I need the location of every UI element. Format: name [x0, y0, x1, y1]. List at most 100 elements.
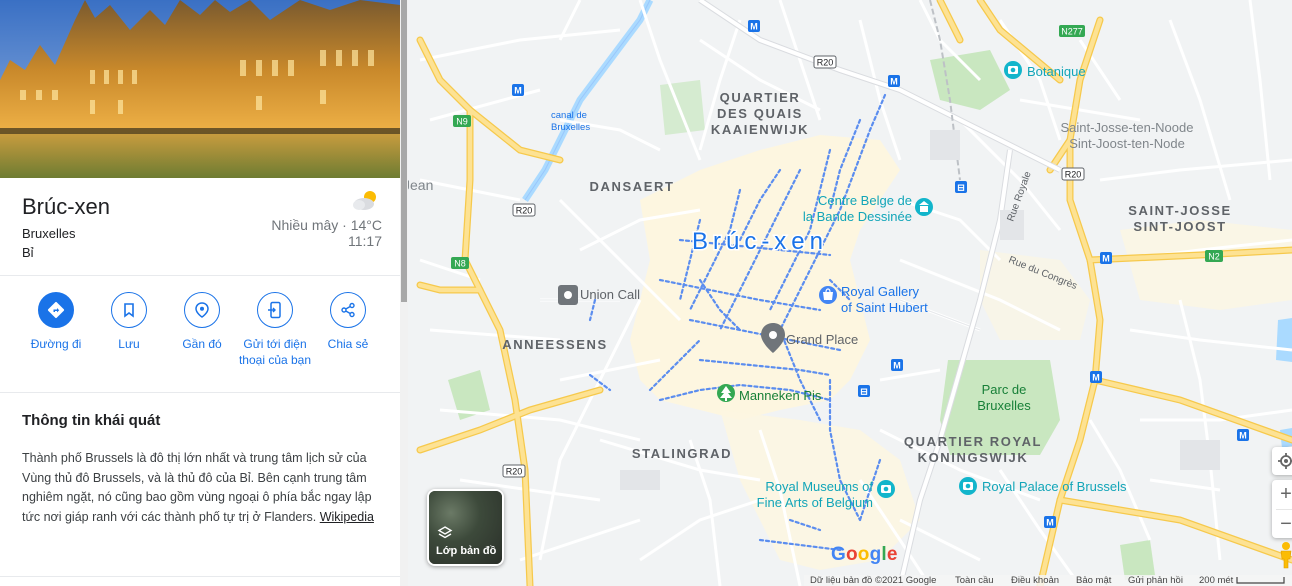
water-pond	[1276, 318, 1292, 362]
svg-text:Sint-Joost-ten-Node: Sint-Joost-ten-Node	[1069, 136, 1185, 151]
business-icon	[564, 291, 572, 299]
layers-button[interactable]: Lớp bản đồ	[427, 489, 504, 566]
send-to-phone-icon	[268, 301, 281, 319]
svg-text:N2: N2	[1208, 252, 1220, 262]
directions-button[interactable]: Đường đi	[19, 292, 93, 352]
svg-text:M: M	[1102, 254, 1110, 264]
directions-icon	[47, 301, 65, 319]
overview-text: Thành phố Brussels là đô thị lớn nhất và…	[22, 449, 384, 527]
svg-text:M: M	[1046, 518, 1054, 528]
svg-text:QUARTIER ROYAL: QUARTIER ROYAL	[904, 434, 1042, 449]
feedback-link[interactable]: Gửi phản hồi	[1128, 575, 1183, 586]
svg-text:Royal Gallery: Royal Gallery	[841, 284, 920, 299]
share-label: Chia sẻ	[327, 337, 369, 351]
svg-text:la Bande Dessinée: la Bande Dessinée	[803, 209, 912, 224]
divider	[0, 275, 400, 276]
svg-text:Bruxelles: Bruxelles	[551, 122, 590, 133]
global-link[interactable]: Toàn cầu	[955, 575, 994, 586]
bookmark-icon	[124, 303, 134, 318]
google-logo: Google	[831, 544, 898, 565]
nearby-label: Gần đó	[182, 337, 222, 351]
nearby-icon	[195, 302, 209, 318]
svg-text:Bruxelles: Bruxelles	[977, 398, 1031, 413]
svg-text:M: M	[893, 361, 901, 371]
svg-text:QUARTIER: QUARTIER	[720, 90, 801, 105]
my-location-icon	[1278, 453, 1292, 469]
svg-text:of Saint Hubert: of Saint Hubert	[841, 300, 928, 315]
svg-text:ANNEESSENS: ANNEESSENS	[502, 337, 608, 352]
svg-text:Grand Place: Grand Place	[786, 332, 858, 347]
svg-text:KONINGSWIJK: KONINGSWIJK	[918, 450, 1029, 465]
share-icon	[341, 302, 355, 318]
nearby-button[interactable]: Gần đó	[165, 292, 239, 352]
send-to-phone-label: Gửi tới điện thoại của bạn	[238, 337, 312, 367]
my-location-button[interactable]	[1272, 447, 1292, 475]
place-panel: Brúc-xen Bruxelles Bỉ Nhiều mây · 14°C 1…	[0, 0, 400, 586]
svg-text:DANSAERT: DANSAERT	[589, 179, 674, 194]
privacy-link[interactable]: Bảo mật	[1076, 575, 1111, 586]
zoom-controls: + −	[1272, 480, 1292, 538]
park	[660, 80, 705, 135]
poi-parc-de-bruxelles[interactable]: Parc de Bruxelles	[977, 382, 1031, 413]
poi-botanique[interactable]: Botanique	[1004, 61, 1086, 79]
city-label: Brúc-xen	[692, 228, 828, 255]
camera-icon	[881, 485, 891, 493]
weather-time: 11:17	[348, 233, 382, 249]
svg-text:Royal Palace of Brussels: Royal Palace of Brussels	[982, 479, 1127, 494]
svg-text:SAINT-JOSSE: SAINT-JOSSE	[1128, 203, 1232, 218]
svg-text:Manneken Pis: Manneken Pis	[739, 388, 822, 403]
svg-text:Saint-Josse-ten-Noode: Saint-Josse-ten-Noode	[1061, 120, 1194, 135]
svg-text:M: M	[1092, 373, 1100, 383]
zoom-in-button[interactable]: +	[1272, 480, 1292, 509]
map-data-attribution: Dữ liệu bản đồ ©2021 Google	[810, 575, 937, 586]
svg-text:N8: N8	[454, 259, 466, 269]
scale-label[interactable]: 200 mét	[1199, 575, 1233, 586]
poi-royal-palace[interactable]: Royal Palace of Brussels	[959, 477, 1127, 495]
partial-label: Jean	[408, 177, 433, 193]
pegman-icon[interactable]	[1275, 541, 1292, 569]
divider	[0, 392, 400, 393]
svg-text:M: M	[1239, 431, 1247, 441]
svg-text:KAAIENWIJK: KAAIENWIJK	[711, 122, 809, 137]
place-title: Brúc-xen	[22, 194, 111, 219]
svg-text:STALINGRAD: STALINGRAD	[632, 446, 732, 461]
layers-label: Lớp bản đồ	[436, 545, 497, 557]
svg-text:N9: N9	[456, 117, 468, 127]
canal-label: canal de Bruxelles	[551, 110, 590, 133]
svg-text:Royal Museums of: Royal Museums of	[765, 479, 873, 494]
save-button[interactable]: Lưu	[92, 292, 166, 352]
layers-icon	[437, 526, 453, 539]
svg-text:Botanique: Botanique	[1027, 64, 1086, 79]
svg-text:R20: R20	[817, 58, 834, 68]
maps-app: Brúc-xen Bruxelles Bỉ Nhiều mây · 14°C 1…	[0, 0, 1292, 586]
wikipedia-link[interactable]: Wikipedia	[320, 510, 374, 524]
share-button[interactable]: Chia sẻ	[311, 292, 385, 352]
map-canvas[interactable]: M M M M M M M M ⊟ ⊟ R20 R20 R20 R20 N277…	[408, 0, 1292, 586]
svg-text:M: M	[514, 86, 522, 96]
terms-link[interactable]: Điều khoản	[1011, 575, 1059, 586]
scrollbar-thumb[interactable]	[401, 0, 407, 302]
svg-text:SINT-JOOST: SINT-JOOST	[1133, 219, 1226, 234]
svg-text:canal de: canal de	[551, 110, 587, 121]
overview-heading: Thông tin khái quát	[22, 412, 161, 429]
weather-condition: Nhiều mây · 14°C	[271, 217, 382, 233]
map-footer: Dữ liệu bản đồ ©2021 Google Toàn cầu Điề…	[804, 575, 1292, 586]
place-subtitle-city: Bruxelles	[22, 226, 76, 241]
park	[1120, 540, 1155, 580]
camera-icon	[963, 482, 973, 490]
scale-bar	[1236, 577, 1285, 584]
svg-text:⊟: ⊟	[957, 183, 965, 193]
send-to-phone-button[interactable]: Gửi tới điện thoại của bạn	[238, 292, 312, 368]
partly-cloudy-icon	[350, 188, 382, 212]
directions-label: Đường đi	[30, 337, 82, 351]
svg-text:R20: R20	[1065, 170, 1082, 180]
svg-text:Centre Belge de: Centre Belge de	[818, 193, 912, 208]
svg-text:R20: R20	[506, 467, 523, 477]
panel-scrollbar[interactable]	[400, 0, 408, 586]
svg-text:M: M	[750, 22, 758, 32]
place-photo[interactable]	[0, 0, 400, 178]
zoom-out-button[interactable]: −	[1272, 510, 1292, 539]
svg-text:R20: R20	[516, 206, 533, 216]
camera-icon	[1008, 66, 1018, 74]
svg-text:DES QUAIS: DES QUAIS	[717, 106, 803, 121]
